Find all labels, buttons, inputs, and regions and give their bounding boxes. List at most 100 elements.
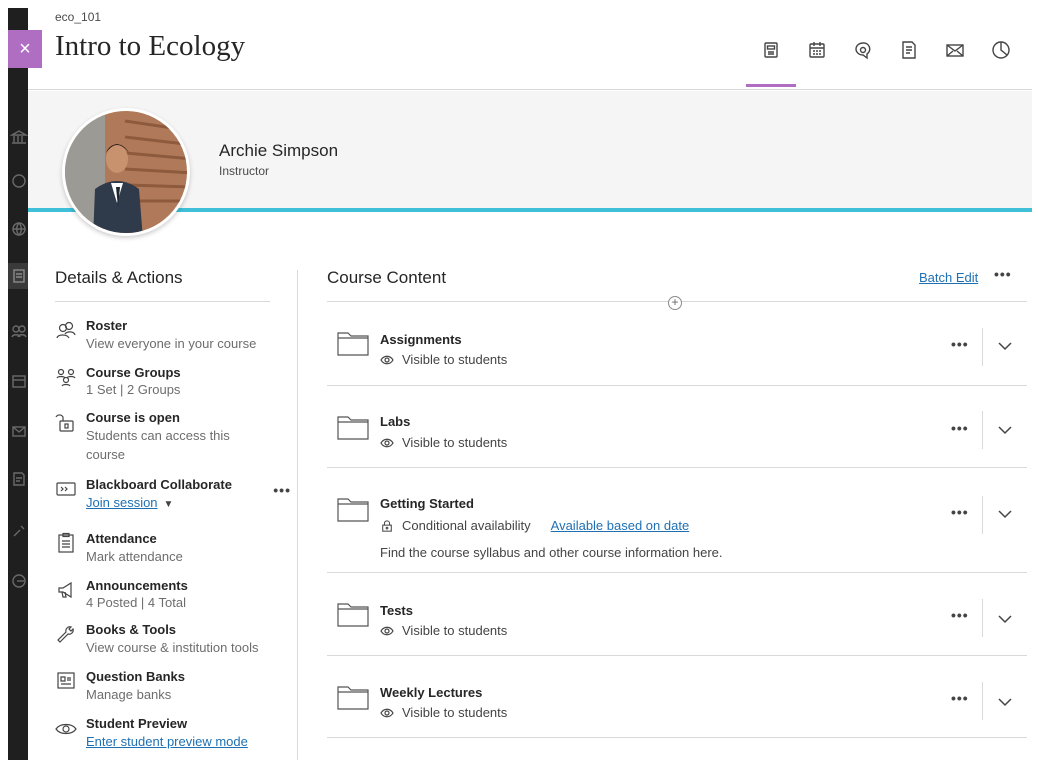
eye-icon — [55, 717, 77, 739]
item-more-button[interactable]: ••• — [951, 607, 969, 623]
activity-icon[interactable] — [8, 170, 28, 192]
course-code: eco_101 — [55, 10, 102, 24]
content-item-labs[interactable]: Labs Visible to students ••• — [327, 386, 1027, 468]
courses-icon[interactable] — [8, 265, 28, 287]
course-groups-action[interactable]: Course Groups 1 Set | 2 Groups — [55, 364, 295, 398]
question-banks-action[interactable]: Question Banks Manage banks — [55, 668, 295, 704]
join-session-dropdown-caret[interactable]: ▼ — [164, 499, 174, 510]
content-item-title[interactable]: Tests — [380, 603, 413, 618]
visibility-status[interactable]: Visible to students — [380, 435, 507, 450]
announcements-action[interactable]: Announcements 4 Posted | 4 Total — [55, 577, 295, 611]
divider — [982, 682, 983, 720]
course-groups-subtitle: 1 Set | 2 Groups — [86, 382, 181, 397]
item-more-button[interactable]: ••• — [951, 690, 969, 706]
tools-rail-icon[interactable] — [8, 520, 28, 542]
attendance-subtitle: Mark attendance — [86, 549, 183, 564]
institution-icon[interactable] — [8, 126, 28, 148]
question-banks-subtitle: Manage banks — [86, 687, 172, 702]
availability-date-link[interactable]: Available based on date — [551, 518, 690, 533]
content-icon[interactable] — [746, 36, 796, 87]
column-divider — [297, 270, 298, 760]
books-tools-subtitle: View course & institution tools — [86, 640, 259, 655]
course-open-action[interactable]: Course is open Students can access this … — [55, 409, 295, 464]
content-item-description: Find the course syllabus and other cours… — [380, 545, 723, 560]
visibility-status[interactable]: Visible to students — [380, 352, 507, 367]
close-panel-button[interactable]: × — [8, 30, 42, 68]
content-item-tests[interactable]: Tests Visible to students ••• — [327, 573, 1027, 656]
grades-rail-icon[interactable] — [8, 468, 28, 490]
item-more-button[interactable]: ••• — [951, 504, 969, 520]
content-item-weekly-lectures[interactable]: Weekly Lectures Visible to students ••• — [327, 656, 1027, 738]
messages-rail-icon[interactable] — [8, 420, 28, 442]
course-groups-title: Course Groups — [86, 365, 181, 380]
course-nav — [746, 36, 1018, 87]
eye-icon — [380, 354, 394, 366]
accent-line — [28, 208, 1032, 212]
chevron-down-icon[interactable] — [997, 506, 1013, 522]
collaborate-action[interactable]: Blackboard Collaborate Join session ▼ ••• — [55, 476, 295, 512]
calendar-rail-icon[interactable] — [8, 370, 28, 392]
chevron-down-icon[interactable] — [997, 338, 1013, 354]
folder-icon — [337, 414, 369, 440]
content-item-title[interactable]: Weekly Lectures — [380, 685, 482, 700]
visibility-label: Visible to students — [402, 705, 508, 720]
lock-icon — [380, 519, 394, 532]
content-item-assignments[interactable]: Assignments Visible to students ••• — [327, 304, 1027, 386]
course-panel: eco_101 Intro to Ecology Archie Simpson … — [28, 8, 1032, 760]
folder-icon — [337, 601, 369, 627]
collaborate-icon — [55, 478, 77, 500]
chevron-down-icon[interactable] — [997, 694, 1013, 710]
student-preview-link[interactable]: Enter student preview mode — [86, 732, 248, 751]
folder-icon — [337, 330, 369, 356]
wrench-icon — [55, 623, 77, 645]
availability-label: Conditional availability — [402, 518, 531, 533]
messages-icon[interactable] — [938, 36, 972, 64]
roster-icon — [55, 319, 77, 341]
avatar[interactable] — [62, 108, 190, 236]
discussions-icon[interactable] — [846, 36, 880, 64]
groups-icon — [55, 366, 77, 388]
student-preview-action[interactable]: Student Preview Enter student preview mo… — [55, 715, 295, 751]
visibility-label: Visible to students — [402, 435, 508, 450]
announcements-subtitle: 4 Posted | 4 Total — [86, 595, 186, 610]
globe-icon[interactable] — [8, 218, 28, 240]
visibility-label: Visible to students — [402, 623, 508, 638]
visibility-status[interactable]: Visible to students — [380, 623, 507, 638]
sign-out-icon[interactable] — [8, 570, 28, 592]
attendance-action[interactable]: Attendance Mark attendance — [55, 530, 295, 566]
eye-icon — [380, 625, 394, 637]
organizations-icon[interactable] — [8, 320, 28, 342]
collaborate-title: Blackboard Collaborate — [86, 477, 232, 492]
course-open-title: Course is open — [86, 410, 180, 425]
join-session-link[interactable]: Join session — [86, 493, 158, 512]
content-more-button[interactable]: ••• — [994, 266, 1012, 282]
calendar-icon[interactable] — [800, 36, 834, 64]
roster-action[interactable]: Roster View everyone in your course — [55, 317, 295, 353]
eye-icon — [380, 707, 394, 719]
content-item-getting-started[interactable]: Getting Started Conditional availability… — [327, 468, 1027, 573]
content-item-title[interactable]: Labs — [380, 414, 410, 429]
attendance-title: Attendance — [86, 531, 157, 546]
chevron-down-icon[interactable] — [997, 611, 1013, 627]
books-tools-action[interactable]: Books & Tools View course & institution … — [55, 621, 295, 657]
availability-status[interactable]: Conditional availability Available based … — [380, 518, 689, 533]
collaborate-more-button[interactable]: ••• — [273, 482, 291, 498]
batch-edit-link[interactable]: Batch Edit — [919, 270, 978, 285]
question-bank-icon — [55, 670, 77, 692]
instructor-name[interactable]: Archie Simpson — [219, 141, 338, 161]
divider — [982, 411, 983, 449]
chevron-down-icon[interactable] — [997, 422, 1013, 438]
analytics-icon[interactable] — [984, 36, 1018, 64]
item-more-button[interactable]: ••• — [951, 420, 969, 436]
folder-icon — [337, 496, 369, 522]
item-more-button[interactable]: ••• — [951, 336, 969, 352]
student-preview-title: Student Preview — [86, 716, 188, 731]
megaphone-icon — [55, 579, 77, 601]
divider — [982, 328, 983, 366]
course-header: eco_101 Intro to Ecology — [28, 8, 1032, 90]
gradebook-icon[interactable] — [892, 36, 926, 64]
instructor-role: Instructor — [219, 164, 270, 178]
content-item-title[interactable]: Assignments — [380, 332, 462, 347]
visibility-status[interactable]: Visible to students — [380, 705, 507, 720]
content-item-title[interactable]: Getting Started — [380, 496, 474, 511]
